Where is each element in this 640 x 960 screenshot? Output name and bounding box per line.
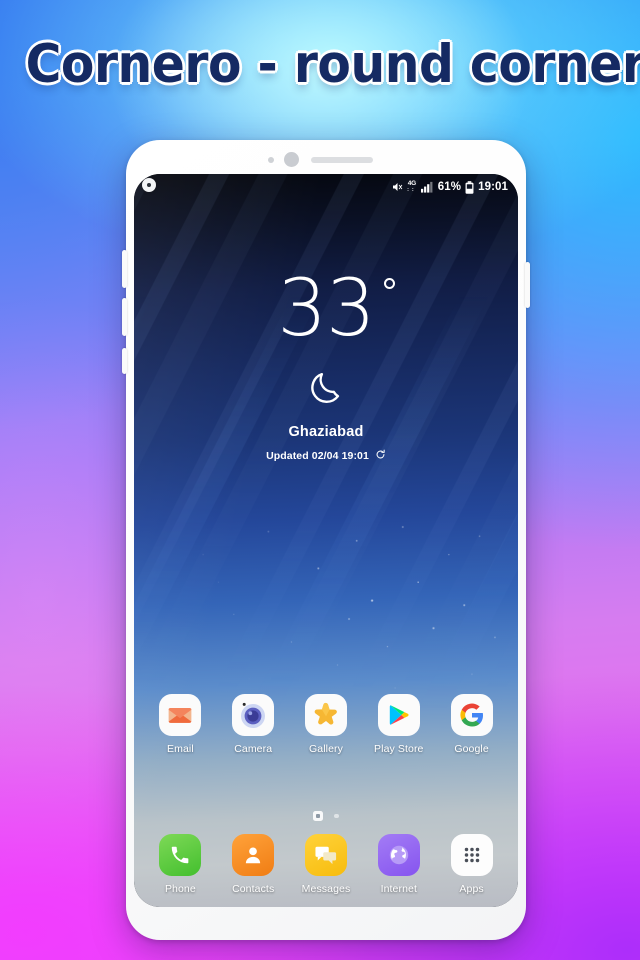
app-grid: Email Camera Gallery Play Store Google	[134, 694, 518, 755]
network-type-icon: 4G ::	[407, 179, 417, 193]
power-button[interactable]	[525, 262, 530, 308]
app-google[interactable]: Google	[441, 694, 503, 755]
page-indicator[interactable]	[134, 811, 518, 821]
app-label: Phone	[164, 883, 196, 895]
app-label: Email	[167, 743, 194, 755]
home-screen-icon[interactable]	[313, 811, 324, 821]
app-label: Play Store	[374, 743, 424, 755]
earpiece-speaker	[311, 157, 373, 163]
camera-icon	[232, 694, 275, 736]
phone-icon	[159, 834, 202, 876]
front-camera-icon	[284, 152, 299, 167]
app-camera[interactable]: Camera	[222, 694, 284, 755]
degree-symbol-icon	[383, 278, 395, 289]
dock: Phone Contacts Messages Internet Apps	[134, 834, 518, 895]
status-bar: 4G :: 61% 19:01	[134, 174, 518, 200]
app-label: Internet	[380, 883, 417, 895]
internet-icon	[377, 834, 420, 876]
app-label: Google	[454, 743, 489, 755]
app-gallery[interactable]: Gallery	[295, 694, 357, 755]
moon-icon	[134, 362, 518, 408]
messages-icon	[304, 834, 347, 876]
dock-apps[interactable]: Apps	[441, 834, 503, 895]
apps-grid-icon	[450, 834, 493, 876]
app-label: Contacts	[232, 883, 275, 895]
floating-overlay-button[interactable]	[142, 178, 156, 192]
dock-contacts[interactable]: Contacts	[222, 834, 284, 895]
app-label: Messages	[301, 883, 351, 895]
contacts-icon	[232, 834, 275, 876]
weather-widget[interactable]: 33 Ghaziabad Updated 02/04 19:01	[134, 270, 518, 463]
gallery-icon	[304, 694, 347, 736]
volume-up-button[interactable]	[122, 250, 127, 288]
clock-label: 19:01	[478, 181, 508, 193]
battery-icon	[465, 180, 474, 194]
app-label: Gallery	[309, 743, 343, 755]
weather-updated-label: Updated 02/04 19:01	[266, 449, 369, 462]
page-dot[interactable]	[334, 813, 339, 819]
dock-internet[interactable]: Internet	[368, 834, 430, 895]
overlay-button-dot	[147, 183, 151, 187]
volume-down-button[interactable]	[122, 298, 127, 336]
weather-city-label: Ghaziabad	[288, 423, 364, 440]
proximity-sensor-icon	[268, 157, 274, 163]
email-icon	[159, 694, 202, 736]
dock-phone[interactable]: Phone	[149, 834, 211, 895]
refresh-icon[interactable]	[375, 449, 386, 463]
bixby-button[interactable]	[122, 348, 127, 374]
app-label: Apps	[459, 883, 484, 895]
google-icon	[450, 694, 493, 736]
app-play-store[interactable]: Play Store	[368, 694, 430, 755]
battery-percent-label: 61%	[437, 181, 462, 193]
app-label: Camera	[234, 743, 273, 755]
phone-screen: 4G :: 61% 19:01 33 Ghaziabad Updated 02/…	[134, 174, 518, 907]
temperature-number: 33	[277, 264, 375, 354]
mute-icon	[391, 181, 403, 193]
page-title: Cornero - round corner	[25, 34, 640, 95]
signal-bars-icon	[420, 181, 434, 193]
temperature-value: 33	[277, 270, 395, 348]
dock-messages[interactable]: Messages	[295, 834, 357, 895]
phone-mockup: 4G :: 61% 19:01 33 Ghaziabad Updated 02/…	[122, 140, 530, 940]
weather-updated-row: Updated 02/04 19:01	[134, 449, 518, 463]
play-store-icon	[377, 694, 420, 736]
app-email[interactable]: Email	[149, 694, 211, 755]
